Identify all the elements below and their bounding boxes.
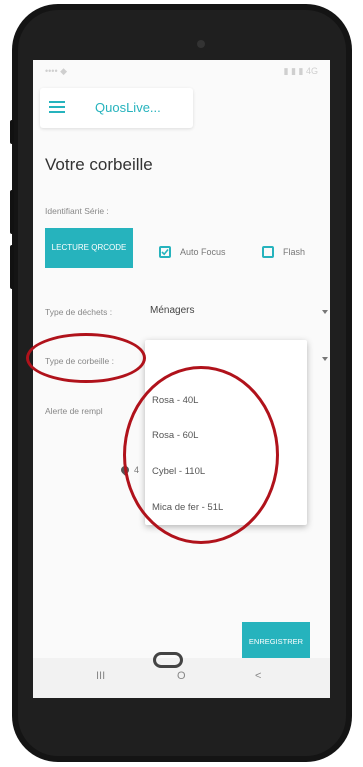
check-icon [161,248,169,256]
app-bar: QuosLive... [40,88,193,128]
camera-icon [197,40,205,48]
qr-scan-button[interactable]: LECTURE QRCODE [45,228,133,268]
waste-type-label: Type de déchets : [45,307,113,317]
side-button [10,190,14,234]
annotation-circle [123,366,279,544]
recent-apps-icon[interactable]: III [96,670,105,682]
chevron-down-icon[interactable] [322,310,328,314]
side-button [10,245,14,289]
save-button[interactable]: ENREGISTRER [242,622,310,662]
home-button[interactable] [153,652,183,668]
serial-label: Identifiant Série : [45,206,109,216]
flash-checkbox[interactable] [262,246,274,258]
back-icon[interactable]: < [255,670,261,682]
chevron-down-icon[interactable] [322,357,328,361]
volume-button [10,120,14,144]
page-title: Votre corbeille [45,155,153,174]
hamburger-menu-icon[interactable] [49,101,65,114]
status-left: •••• ◆ [45,66,68,76]
alert-label: Alerte de rempl [45,406,103,416]
flash-label: Flash [283,247,306,257]
annotation-circle [26,333,146,383]
autofocus-label: Auto Focus [180,247,226,257]
app-title: QuosLive... [95,100,161,115]
status-bar: •••• ◆ ▮ ▮ ▮ 4G [33,60,330,82]
status-right: ▮ ▮ ▮ 4G [283,66,318,76]
home-icon[interactable]: O [177,670,186,682]
autofocus-checkbox[interactable] [159,246,171,258]
waste-type-select[interactable]: Ménagers [150,305,194,316]
